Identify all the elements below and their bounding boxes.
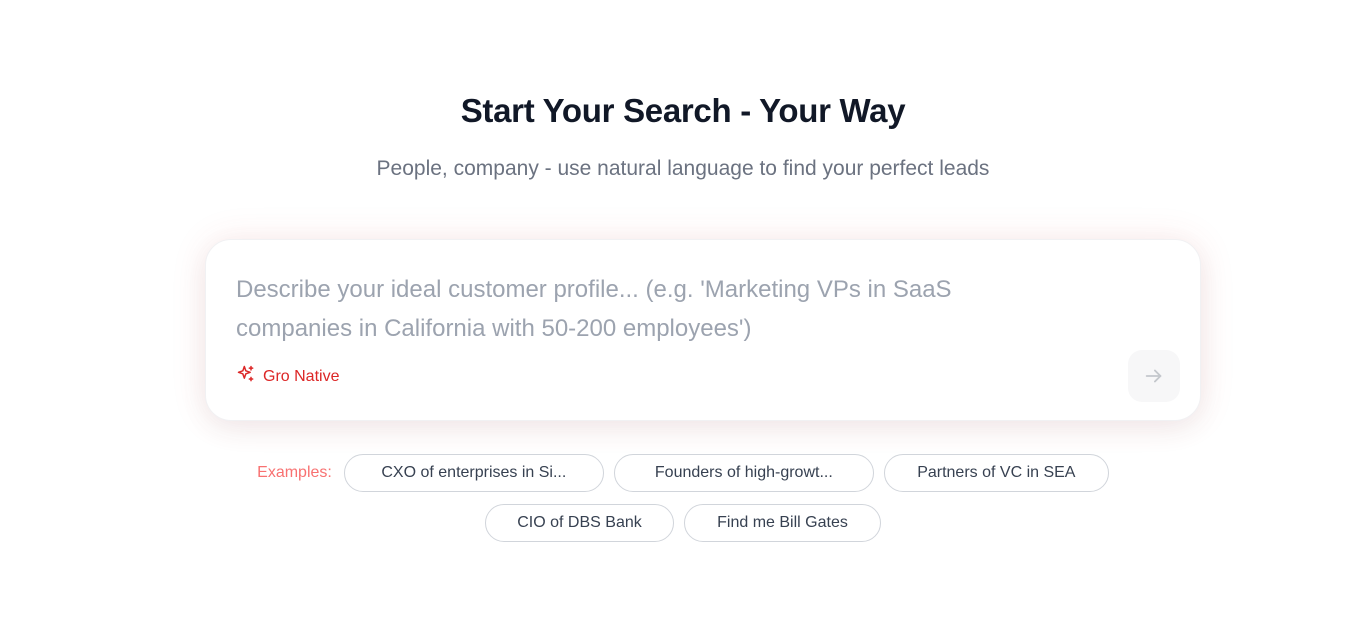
example-chip[interactable]: CIO of DBS Bank	[485, 504, 674, 542]
example-chip[interactable]: Founders of high-growt...	[613, 454, 874, 492]
example-chip[interactable]: CXO of enterprises in Si...	[343, 454, 604, 492]
example-chip[interactable]: Partners of VC in SEA	[883, 454, 1109, 492]
mode-toggle[interactable]: Gro Native	[236, 364, 339, 389]
sparkle-icon	[236, 364, 256, 389]
mode-label: Gro Native	[263, 367, 340, 385]
search-input[interactable]	[236, 270, 1036, 354]
search-page: Start Your Search - Your Way People, com…	[0, 0, 1366, 632]
page-subtitle: People, company - use natural language t…	[376, 157, 990, 180]
arrow-right-icon	[1143, 365, 1165, 387]
search-card: Gro Native	[205, 239, 1201, 421]
submit-button[interactable]	[1128, 350, 1180, 402]
examples-label: Examples:	[257, 464, 332, 481]
example-chip[interactable]: Find me Bill Gates	[684, 504, 881, 542]
page-title: Start Your Search - Your Way	[460, 92, 906, 129]
examples-list: Examples: CXO of enterprises in Si... Fo…	[233, 454, 1133, 542]
